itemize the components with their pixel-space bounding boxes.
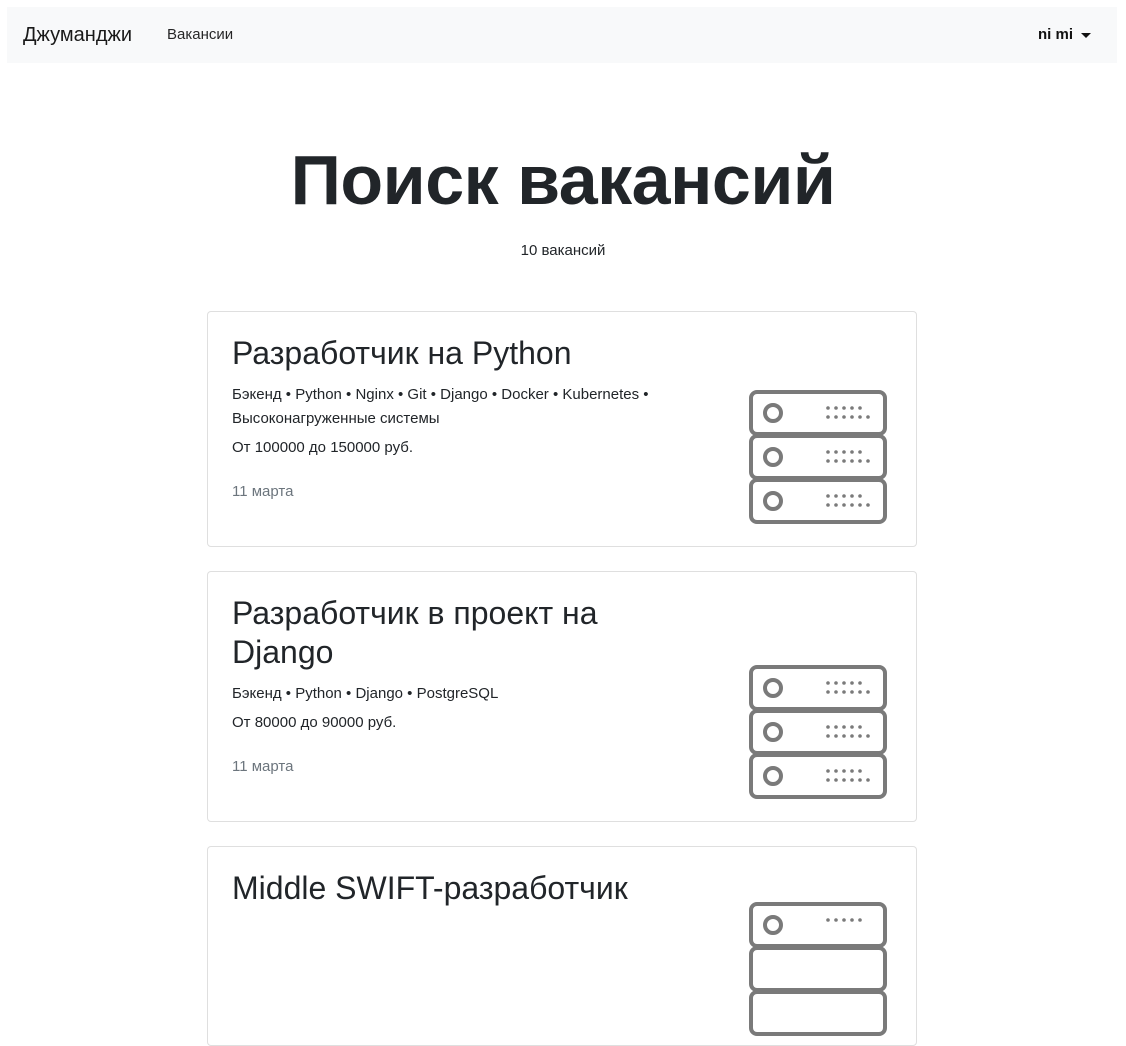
vacancy-date: 11 марта: [232, 483, 294, 500]
vacancy-title[interactable]: Middle SWIFT-разработчик: [232, 869, 702, 908]
vacancy-card-body: Разработчик в проект на Django Бэкенд • …: [232, 594, 702, 776]
vacancy-date: 11 марта: [232, 758, 294, 775]
user-name: ni mi: [1037, 26, 1073, 43]
vacancy-salary: От 100000 до 150000 руб.: [232, 439, 414, 456]
caret-down-icon: [1081, 33, 1091, 38]
vacancy-tags: Бэкенд • Python • Nginx • Git • Django •…: [232, 386, 649, 427]
vacancy-card[interactable]: Разработчик на Python Бэкенд • Python • …: [207, 311, 917, 547]
server-icon: [749, 902, 887, 1036]
vacancy-salary: От 80000 до 90000 руб.: [232, 714, 397, 731]
page-title: Поиск вакансий: [290, 141, 836, 219]
vacancy-card[interactable]: Разработчик в проект на Django Бэкенд • …: [207, 571, 917, 822]
vacancy-title[interactable]: Разработчик на Python: [232, 334, 702, 373]
brand-link[interactable]: Джуманджи: [23, 23, 132, 47]
vacancy-card-body: Middle SWIFT-разработчик: [232, 869, 702, 908]
vacancy-title[interactable]: Разработчик в проект на Django: [232, 594, 702, 672]
server-icon: [749, 390, 887, 524]
vacancy-tags: Бэкенд • Python • Django • PostgreSQL: [232, 685, 499, 702]
vacancy-card-body: Разработчик на Python Бэкенд • Python • …: [232, 334, 702, 501]
user-menu-dropdown[interactable]: ni mi: [1037, 26, 1091, 44]
vacancy-card[interactable]: Middle SWIFT-разработчик: [207, 846, 917, 1046]
server-icon: [749, 665, 887, 799]
navbar: Джуманджи Вакансии ni mi: [7, 7, 1117, 63]
vacancy-count: 10 вакансий: [520, 242, 606, 259]
nav-link-vacancies[interactable]: Вакансии: [167, 26, 233, 44]
